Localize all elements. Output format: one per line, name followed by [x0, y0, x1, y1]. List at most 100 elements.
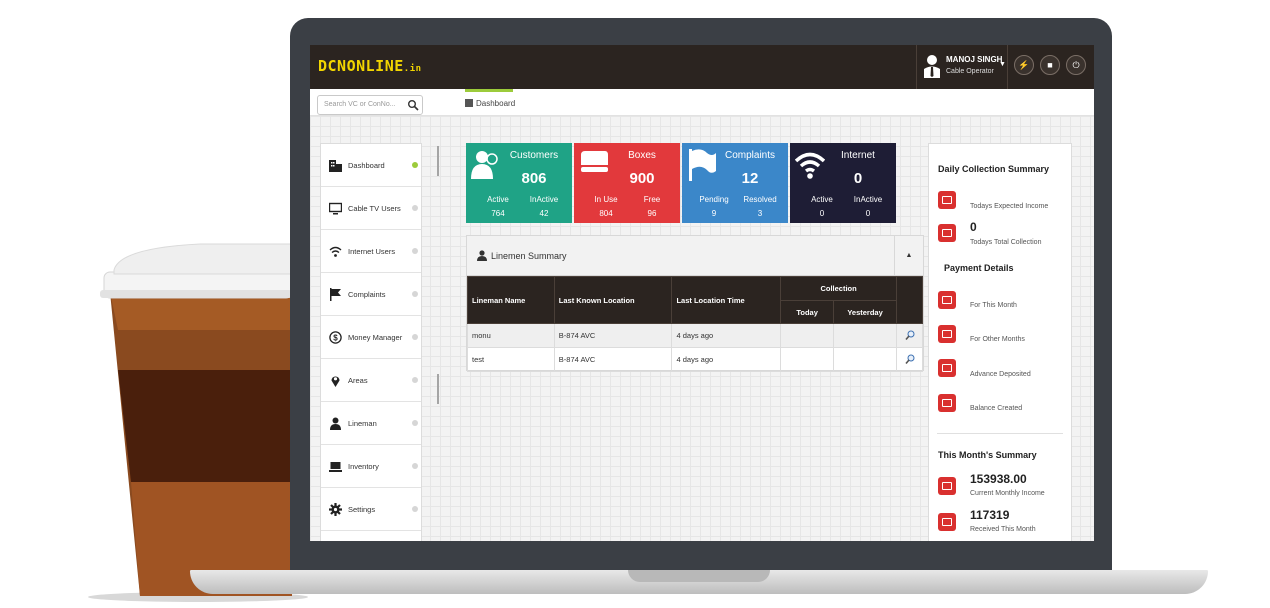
search-placeholder: Search VC or ConNo...: [324, 101, 396, 108]
col-collection: Collection: [780, 276, 897, 301]
payment-item[interactable]: Advance Deposited: [970, 371, 1031, 378]
wifi-icon: [329, 246, 342, 257]
received-label: Received This Month: [970, 526, 1036, 533]
customers-tile[interactable]: Customers 806 Active InActive 764 42: [466, 143, 572, 223]
flag-icon: [330, 288, 341, 301]
money-icon: [938, 325, 956, 343]
sidebar-item-areas[interactable]: Areas: [321, 359, 421, 402]
wifi-icon: [795, 152, 825, 179]
total-collection-value: 0: [970, 220, 977, 234]
resize-handle[interactable]: [437, 146, 439, 176]
search-icon[interactable]: [407, 99, 419, 111]
search-input[interactable]: Search VC or ConNo...: [317, 95, 423, 115]
lightning-icon[interactable]: ⚡: [1014, 55, 1034, 75]
summary-sidebar: Daily Collection Summary Todays Expected…: [928, 143, 1072, 541]
col-last-location[interactable]: Last Known Location: [553, 276, 673, 324]
map-pin-icon: [331, 376, 340, 387]
magnifier-icon[interactable]: [904, 354, 915, 364]
stage: DCNONLINE.in MANOJ SINGH Cable Operator …: [0, 0, 1270, 608]
active-dot: [412, 162, 418, 168]
linemen-summary-panel: Linemen Summary ▲ Lineman Name Last Know…: [466, 235, 924, 372]
col-yesterday[interactable]: Yesterday: [833, 300, 897, 324]
user-icon: [477, 250, 487, 261]
money-icon: [938, 224, 956, 242]
chevron-up-icon: ▲: [905, 252, 913, 259]
status-dot: [412, 377, 418, 383]
col-last-time[interactable]: Last Location Time: [671, 276, 782, 324]
breadcrumb[interactable]: Dashboard: [465, 99, 515, 108]
sub-toolbar: Search VC or ConNo... Dashboard: [310, 89, 1094, 116]
laptop-notch: [628, 570, 770, 582]
app-logo[interactable]: DCNONLINE.in: [318, 57, 422, 75]
divider: [937, 433, 1063, 434]
sidebar-item-money-manager[interactable]: $ Money Manager: [321, 316, 421, 359]
status-dot: [412, 463, 418, 469]
users-icon: [471, 151, 498, 179]
sidebar-item-dashboard[interactable]: Dashboard: [321, 144, 421, 187]
gear-icon: [329, 503, 342, 516]
col-actions: [896, 276, 923, 324]
money-icon: [938, 359, 956, 377]
sidebar-item-lineman[interactable]: Lineman: [321, 402, 421, 445]
money-icon: [938, 291, 956, 309]
user-name: MANOJ SINGH: [946, 55, 1003, 64]
building-icon: [465, 99, 473, 107]
top-navbar: DCNONLINE.in MANOJ SINGH Cable Operator …: [310, 45, 1094, 89]
received-value: 117319: [970, 508, 1010, 522]
dashboard-content: Dashboard Cable TV Users Internet Users …: [310, 116, 1094, 541]
status-dot: [412, 291, 418, 297]
total-collection-label: Todays Total Collection: [970, 239, 1042, 246]
monitor-icon: [329, 202, 342, 215]
month-summary-title: This Month's Summary: [938, 450, 1037, 460]
power-icon[interactable]: ⏻: [1066, 55, 1086, 75]
resize-handle[interactable]: [437, 374, 439, 404]
payment-item[interactable]: Balance Created: [970, 405, 1022, 412]
user-avatar-icon: [924, 55, 940, 78]
status-dot: [412, 420, 418, 426]
status-dot: [412, 248, 418, 254]
dollar-icon: $: [329, 331, 342, 344]
magnifier-icon[interactable]: [904, 330, 915, 340]
money-icon: [938, 394, 956, 412]
sidebar: Dashboard Cable TV Users Internet Users …: [320, 143, 422, 541]
svg-text:$: $: [333, 334, 338, 343]
col-lineman-name[interactable]: Lineman Name: [467, 276, 555, 324]
table-row[interactable]: monu B-874 AVC 4 days ago: [467, 323, 923, 348]
panel-title: Linemen Summary: [491, 251, 567, 261]
payment-item[interactable]: For This Month: [970, 302, 1017, 309]
collapse-toggle[interactable]: ▲: [894, 236, 923, 276]
linemen-table: Lineman Name Last Known Location Last Lo…: [467, 276, 923, 372]
flag-icon: [689, 149, 716, 181]
breadcrumb-indicator: [465, 89, 513, 92]
sidebar-item-complaints[interactable]: Complaints: [321, 273, 421, 316]
status-dot: [412, 205, 418, 211]
app-screen: DCNONLINE.in MANOJ SINGH Cable Operator …: [310, 45, 1094, 541]
money-icon: [938, 477, 956, 495]
sidebar-item-cable-tv-users[interactable]: Cable TV Users: [321, 187, 421, 230]
payment-item[interactable]: For Other Months: [970, 336, 1025, 343]
monthly-income-value: 153938.00: [970, 472, 1027, 486]
expected-income-label: Todays Expected Income: [970, 203, 1049, 210]
status-dot: [412, 506, 418, 512]
money-icon: [938, 191, 956, 209]
laptop-icon: [329, 462, 342, 472]
panel-header: Linemen Summary ▲: [467, 236, 923, 276]
user-icon: [330, 417, 341, 430]
status-dot: [412, 334, 418, 340]
user-role: Cable Operator: [946, 68, 994, 75]
monthly-income-label: Current Monthly Income: [970, 490, 1045, 497]
sidebar-item-inventory[interactable]: Inventory: [321, 445, 421, 488]
stop-icon[interactable]: ■: [1040, 55, 1060, 75]
internet-tile[interactable]: Internet 0 Active InActive 0 0: [790, 143, 896, 223]
money-icon: [938, 513, 956, 531]
payment-details-title: Payment Details: [944, 263, 1014, 273]
chevron-down-icon: ▼: [999, 61, 1006, 68]
table-row[interactable]: test B-874 AVC 4 days ago: [467, 347, 923, 372]
boxes-tile[interactable]: Boxes 900 In Use Free 804 96: [574, 143, 680, 223]
user-menu[interactable]: MANOJ SINGH Cable Operator ▼: [916, 45, 1008, 89]
complaints-tile[interactable]: Complaints 12 Pending Resolved 9 3: [682, 143, 788, 223]
sidebar-item-settings[interactable]: Settings: [321, 488, 421, 531]
sidebar-item-internet-users[interactable]: Internet Users: [321, 230, 421, 273]
col-today[interactable]: Today: [780, 300, 835, 324]
box-icon: [581, 151, 608, 172]
